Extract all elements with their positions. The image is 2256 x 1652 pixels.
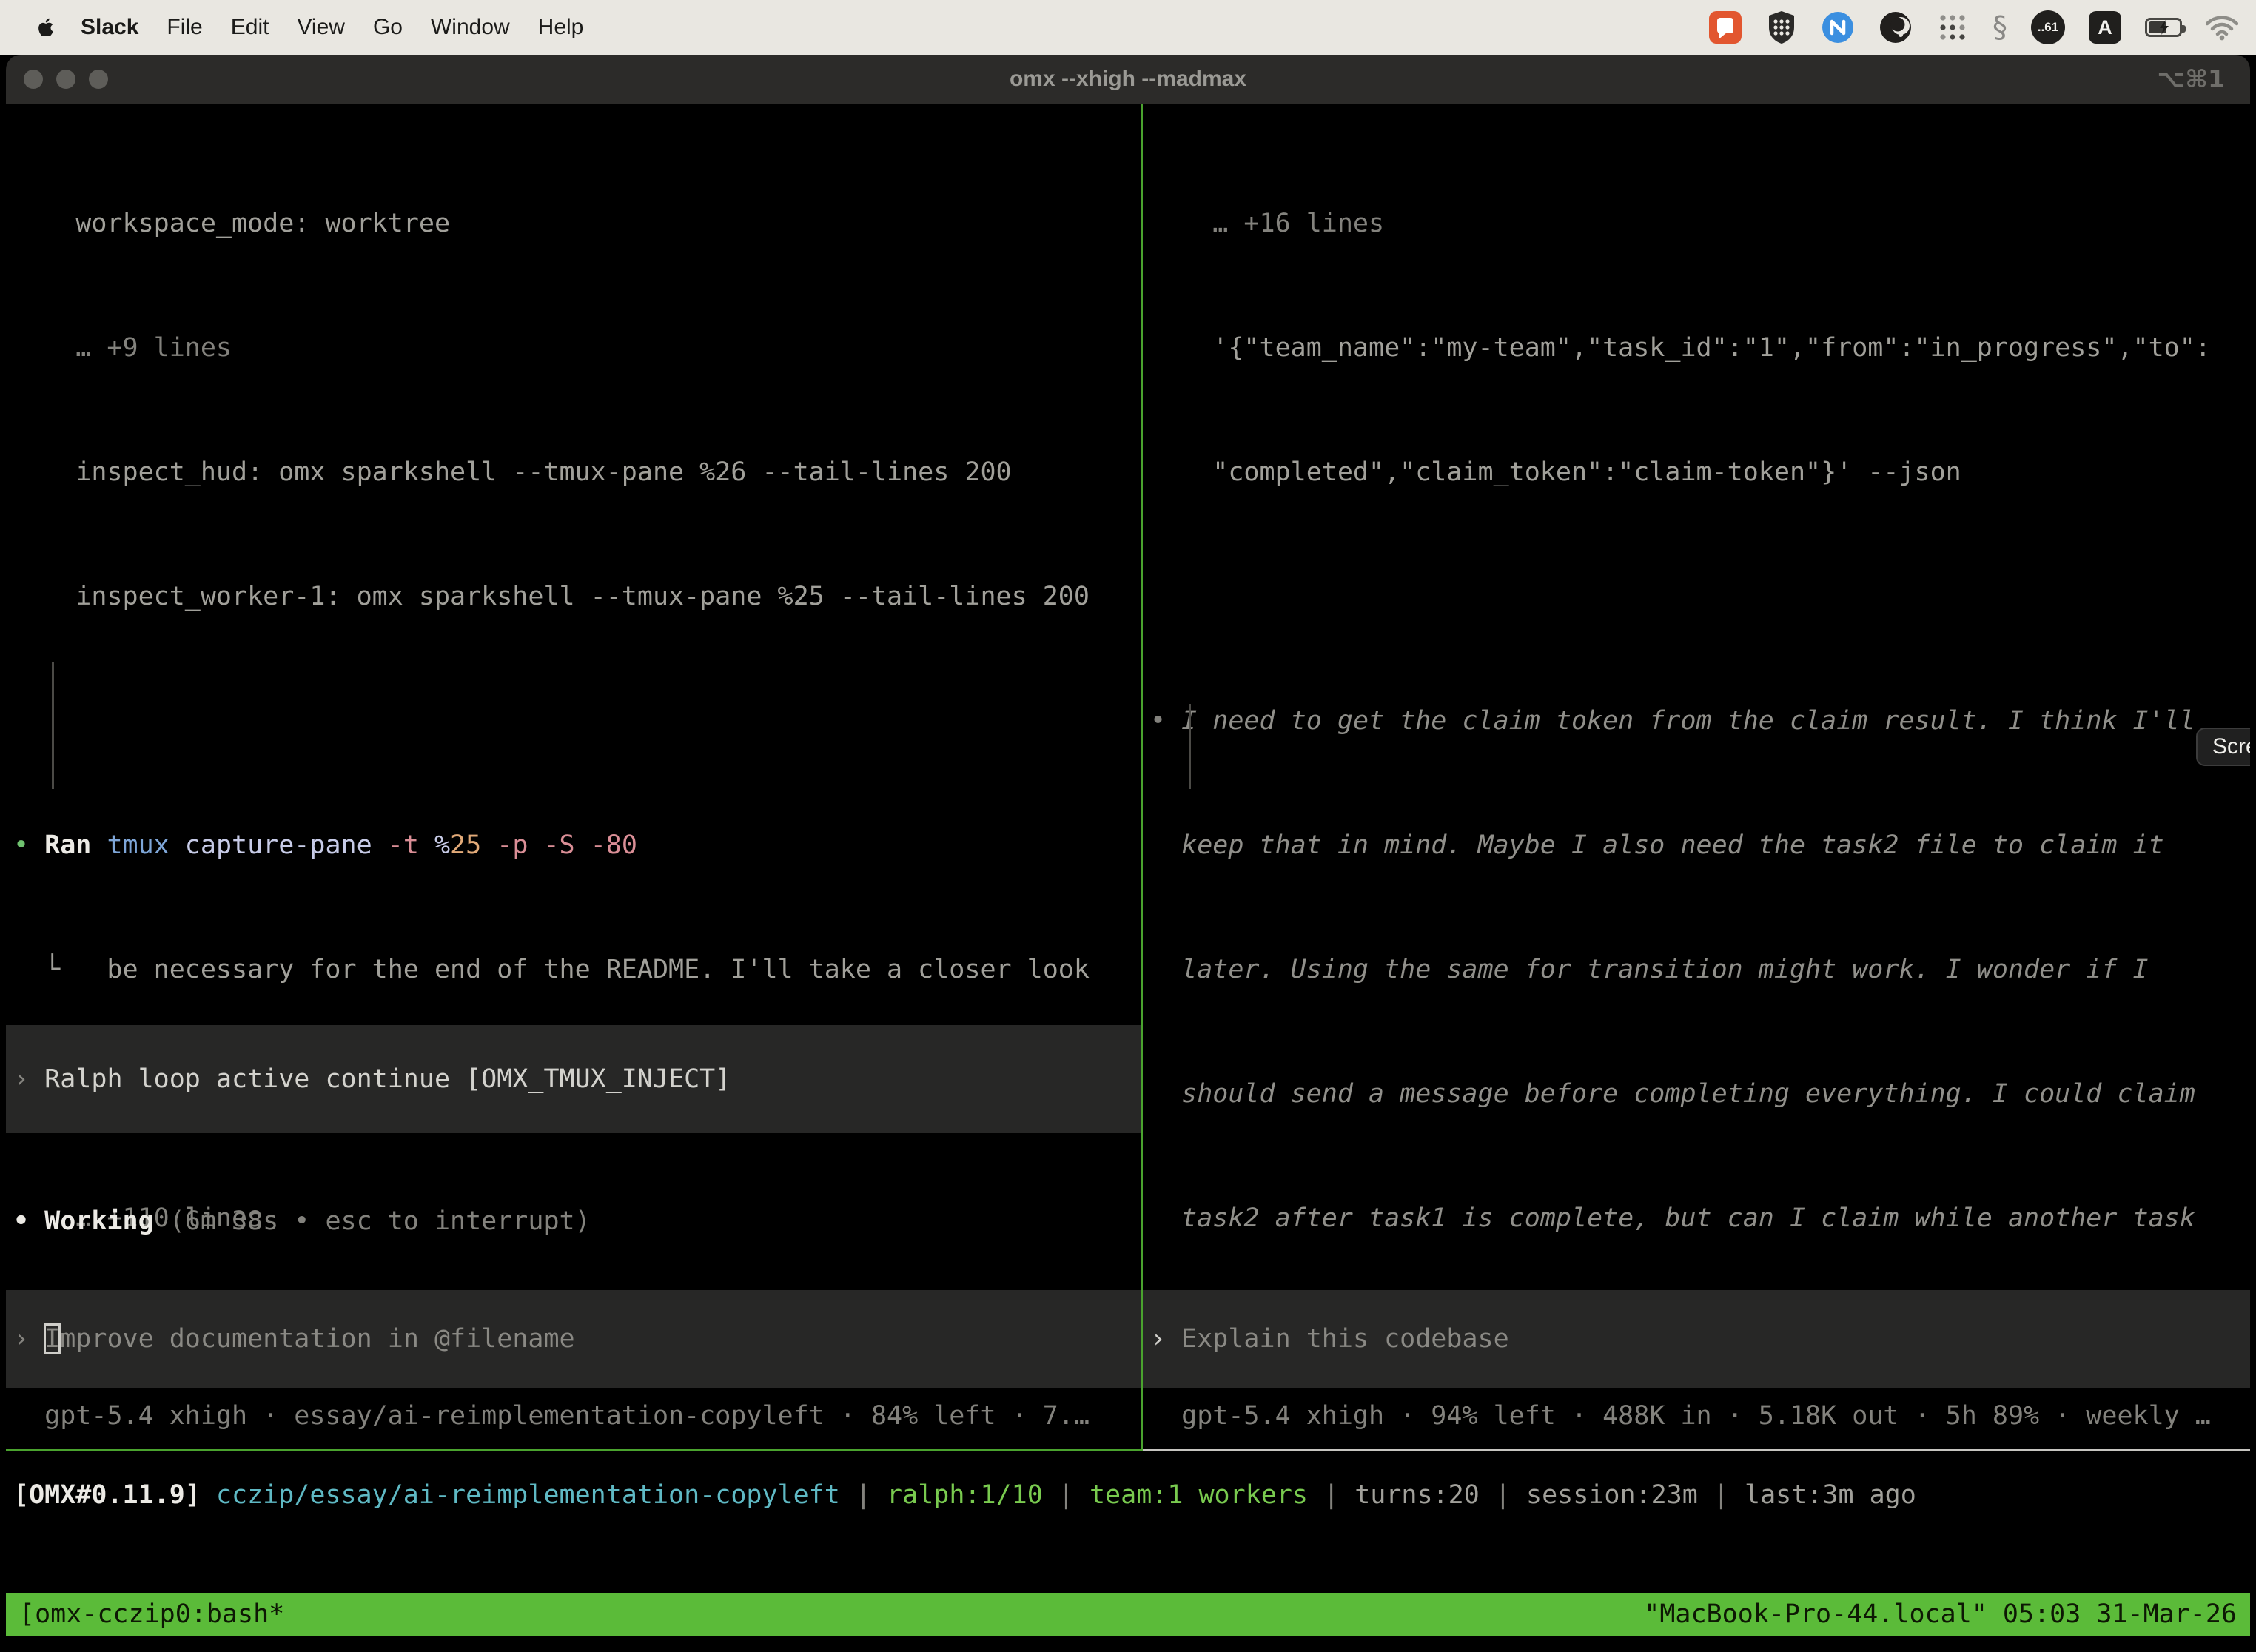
omx-repo: cczip/essay/ai-reimplementation-copyleft [201, 1480, 840, 1510]
chat-app-icon[interactable] [1708, 10, 1742, 44]
omx-ralph-counter: ralph:1/10 [887, 1480, 1043, 1510]
menu-edit[interactable]: Edit [217, 15, 283, 40]
window-title: omx --xhigh --madmax [6, 55, 2250, 104]
dots-grid-icon[interactable] [1936, 11, 1969, 44]
apple-menu-icon[interactable] [37, 16, 56, 38]
menu-window[interactable]: Window [417, 15, 524, 40]
ralph-loop-notice-text: Ralph loop active continue [OMX_TMUX_INJ… [44, 1064, 731, 1094]
blue-badge-icon[interactable] [1821, 10, 1855, 44]
tmux-pane-border-active [6, 1449, 1143, 1451]
omx-team-workers: team:1 workers [1090, 1480, 1308, 1510]
shield-grid-icon[interactable] [1766, 10, 1797, 45]
bullet-icon: • [1150, 706, 1166, 736]
log-line: workspace_mode: worktree [6, 203, 1141, 244]
tmux-session-window: [omx-cczip0:bash* [19, 1593, 284, 1636]
output-line: … +16 lines [1143, 203, 2250, 244]
command-connector-line [52, 662, 54, 789]
command-connector-line [1189, 704, 1191, 789]
thinking-line: should send a message before completing … [1143, 1073, 2250, 1115]
tmux-pane-right[interactable]: … +16 lines '{"team_name":"my-team","tas… [1143, 104, 2250, 1449]
terminal-window: omx --xhigh --madmax ⌥⌘1 workspace_mode:… [6, 55, 2250, 1652]
log-line: inspect_hud: omx sparkshell --tmux-pane … [6, 451, 1141, 493]
ralph-loop-notice-panel: › Ralph loop active continue [OMX_TMUX_I… [6, 1025, 1141, 1133]
prompt-input-left[interactable]: › Improve documentation in @filename [6, 1290, 1141, 1388]
window-title-bar[interactable]: omx --xhigh --madmax ⌥⌘1 [6, 55, 2250, 104]
chevron-prompt-icon: › [1150, 1324, 1166, 1354]
desktop: Slack File Edit View Go Window Help [0, 0, 2256, 1652]
chevron-prompt-icon: › [13, 1324, 44, 1354]
thinking-line: • I need to get the claim token from the… [1143, 700, 2250, 742]
omx-session-time: session:23m [1526, 1480, 1698, 1510]
screen-overlay-tooltip: Scre [2196, 728, 2250, 766]
omx-version: [OMX#0.11.9] [13, 1480, 201, 1510]
thinking-line: task2 after task1 is complete, but can I… [1143, 1198, 2250, 1239]
omx-turns: turns:20 [1354, 1480, 1480, 1510]
battery-icon[interactable] [2145, 18, 2182, 37]
tmux-pane-left[interactable]: workspace_mode: worktree … +9 lines insp… [6, 104, 1141, 1449]
tmux-status-bar: [omx-cczip0:bash* "MacBook-Pro-44.local"… [6, 1593, 2250, 1636]
crescent-circle-icon[interactable] [1879, 10, 1913, 44]
working-status-line: • Working (6m 38s • esc to interrupt) [6, 1201, 1141, 1242]
menu-go[interactable]: Go [359, 15, 417, 40]
output-line: └ be necessary for the end of the README… [6, 949, 1141, 990]
input-placeholder: mprove documentation in @filename [60, 1324, 574, 1354]
log-line: inspect_worker-1: omx sparkshell --tmux-… [6, 576, 1141, 617]
tmux-pane-border-inactive [1143, 1449, 2250, 1451]
output-line: "completed","claim_token":"claim-token"}… [1143, 451, 2250, 493]
menu-app-name[interactable]: Slack [67, 15, 152, 40]
bullet-icon: • [13, 830, 29, 860]
text-cursor: I [44, 1324, 60, 1354]
output-line: '{"team_name":"my-team","task_id":"1","f… [1143, 327, 2250, 369]
prompt-input-right[interactable]: › Explain this codebase [1143, 1290, 2250, 1388]
menu-bar: Slack File Edit View Go Window Help [0, 0, 2256, 55]
wifi-icon[interactable] [2206, 14, 2238, 41]
menu-file[interactable]: File [152, 15, 216, 40]
input-placeholder: Explain this codebase [1166, 1324, 1509, 1354]
session-status-left: gpt-5.4 xhigh · essay/ai-reimplementatio… [6, 1395, 1141, 1437]
bullet-icon: • [13, 1206, 29, 1236]
menu-view[interactable]: View [283, 15, 358, 40]
chevron-prompt-icon: › [13, 1064, 44, 1094]
terminal-content: workspace_mode: worktree … +9 lines insp… [6, 104, 2250, 1652]
tmux-pane-divider[interactable] [1141, 104, 1143, 1451]
command-line-tmux: • Ran tmux capture-pane -t %25 -p -S -80 [6, 825, 1141, 866]
omx-last-activity: last:3m ago [1745, 1480, 1916, 1510]
thinking-line: later. Using the same for transition mig… [1143, 949, 2250, 990]
squiggle-icon[interactable]: § [1993, 10, 2007, 44]
tmux-hostname-clock: "MacBook-Pro-44.local" 05:03 31-Mar-26 [1644, 1593, 2237, 1636]
a-app-icon[interactable]: A [2089, 11, 2121, 44]
thinking-line: keep that in mind. Maybe I also need the… [1143, 825, 2250, 866]
session-status-right: gpt-5.4 xhigh · 94% left · 488K in · 5.1… [1143, 1395, 2250, 1437]
omx-status-line: [OMX#0.11.9] cczip/essay/ai-reimplementa… [13, 1474, 2250, 1516]
window-shortcut-hint: ⌥⌘1 [2157, 55, 2225, 104]
log-line: … +9 lines [6, 327, 1141, 369]
menu-help[interactable]: Help [524, 15, 598, 40]
counter-badge-icon[interactable]: ..61 [2031, 10, 2065, 44]
